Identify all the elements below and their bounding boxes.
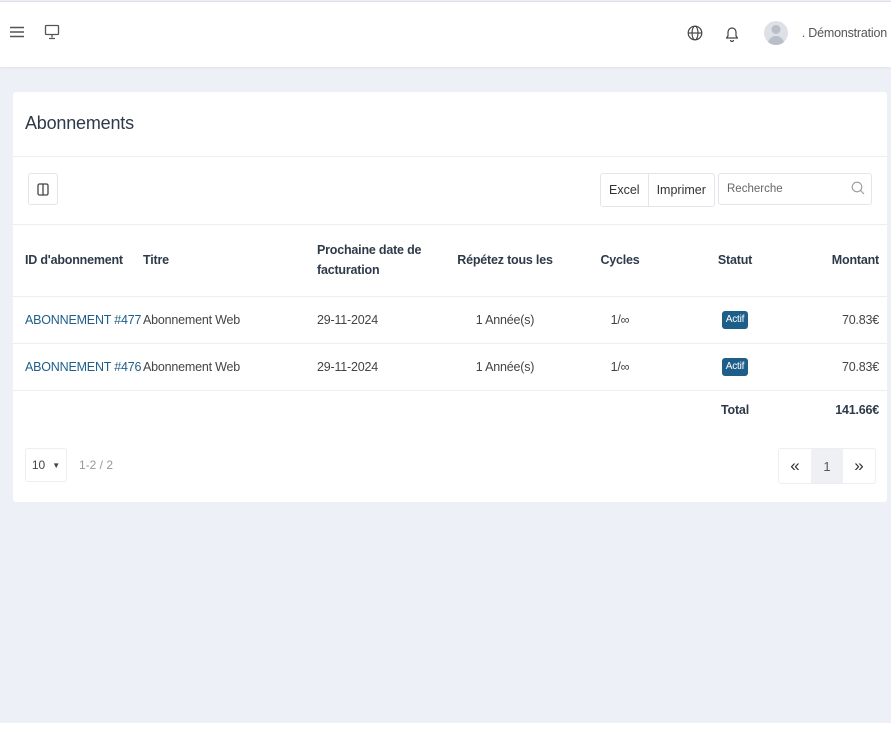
subscription-id-link[interactable]: ABONNEMENT #477 (13, 295, 143, 343)
status-cell: Actif (665, 342, 805, 390)
amount: 70.83€ (805, 295, 887, 343)
previous-page-button[interactable]: « (779, 449, 811, 483)
caret-down-icon: ▼ (52, 460, 61, 470)
user-name[interactable]: . Démonstration (802, 26, 887, 40)
table-row: ABONNEMENT #476 Abonnement Web 29-11-202… (13, 342, 887, 390)
status-cell: Actif (665, 295, 805, 343)
empty-cell (435, 389, 575, 430)
status-badge: Actif (721, 357, 749, 376)
column-header-status[interactable]: Statut (665, 225, 805, 296)
column-header-id[interactable]: ID d'abonnement (13, 225, 143, 296)
table-row: ABONNEMENT #477 Abonnement Web 29-11-202… (13, 295, 887, 343)
page-button-1[interactable]: 1 (811, 449, 843, 483)
subscription-title: Abonnement Web (143, 342, 317, 390)
cycles: 1/∞ (575, 342, 665, 390)
globe-icon[interactable] (687, 25, 703, 41)
page-size-value: 10 (31, 458, 46, 472)
column-header-cycles[interactable]: Cycles (575, 225, 665, 296)
subscription-title: Abonnement Web (143, 295, 317, 343)
search-input[interactable] (719, 174, 839, 204)
total-row: Total 141.66€ (13, 389, 887, 430)
pagination-info: 1-2 / 2 (79, 458, 114, 472)
column-visibility-button[interactable] (28, 173, 58, 205)
excel-button[interactable]: Excel (601, 174, 648, 206)
monitor-icon[interactable] (44, 24, 60, 40)
hamburger-icon[interactable] (10, 26, 24, 38)
export-button-group: Excel Imprimer (600, 173, 715, 207)
empty-cell (317, 389, 435, 430)
column-header-title[interactable]: Titre (143, 225, 317, 296)
total-label: Total (665, 389, 805, 430)
print-button[interactable]: Imprimer (647, 174, 714, 206)
status-badge: Actif (721, 310, 749, 329)
columns-icon (37, 182, 49, 196)
repeat-interval: 1 Année(s) (435, 342, 575, 390)
table-header-row: ID d'abonnement Titre Prochaine date de … (13, 225, 887, 296)
column-header-next-billing-date[interactable]: Prochaine date de facturation (317, 225, 435, 296)
search-box (718, 173, 872, 205)
subscriptions-card: Abonnements Excel Imprimer ID d'abonneme… (13, 92, 887, 502)
total-amount: 141.66€ (805, 389, 887, 430)
top-bar: . Démonstration (0, 1, 891, 67)
next-page-button[interactable]: » (843, 449, 875, 483)
bell-icon[interactable] (725, 25, 739, 42)
amount: 70.83€ (805, 342, 887, 390)
avatar[interactable] (763, 19, 788, 47)
column-header-amount[interactable]: Montant (805, 225, 887, 296)
subscription-id-link[interactable]: ABONNEMENT #476 (13, 342, 143, 390)
pagination: « 1 » (778, 448, 876, 484)
subscriptions-table: ID d'abonnement Titre Prochaine date de … (13, 225, 887, 430)
next-billing-date: 29-11-2024 (317, 295, 435, 343)
empty-cell (13, 389, 143, 430)
search-icon (851, 181, 865, 198)
footer-strip (0, 723, 891, 729)
empty-cell (143, 389, 317, 430)
repeat-interval: 1 Année(s) (435, 295, 575, 343)
next-billing-date: 29-11-2024 (317, 342, 435, 390)
page-title: Abonnements (25, 113, 134, 133)
page-size-select[interactable]: 10 ▼ (25, 448, 67, 482)
column-header-repeat[interactable]: Répétez tous les (435, 225, 575, 296)
cycles: 1/∞ (575, 295, 665, 343)
empty-cell (575, 389, 665, 430)
divider (13, 156, 887, 157)
